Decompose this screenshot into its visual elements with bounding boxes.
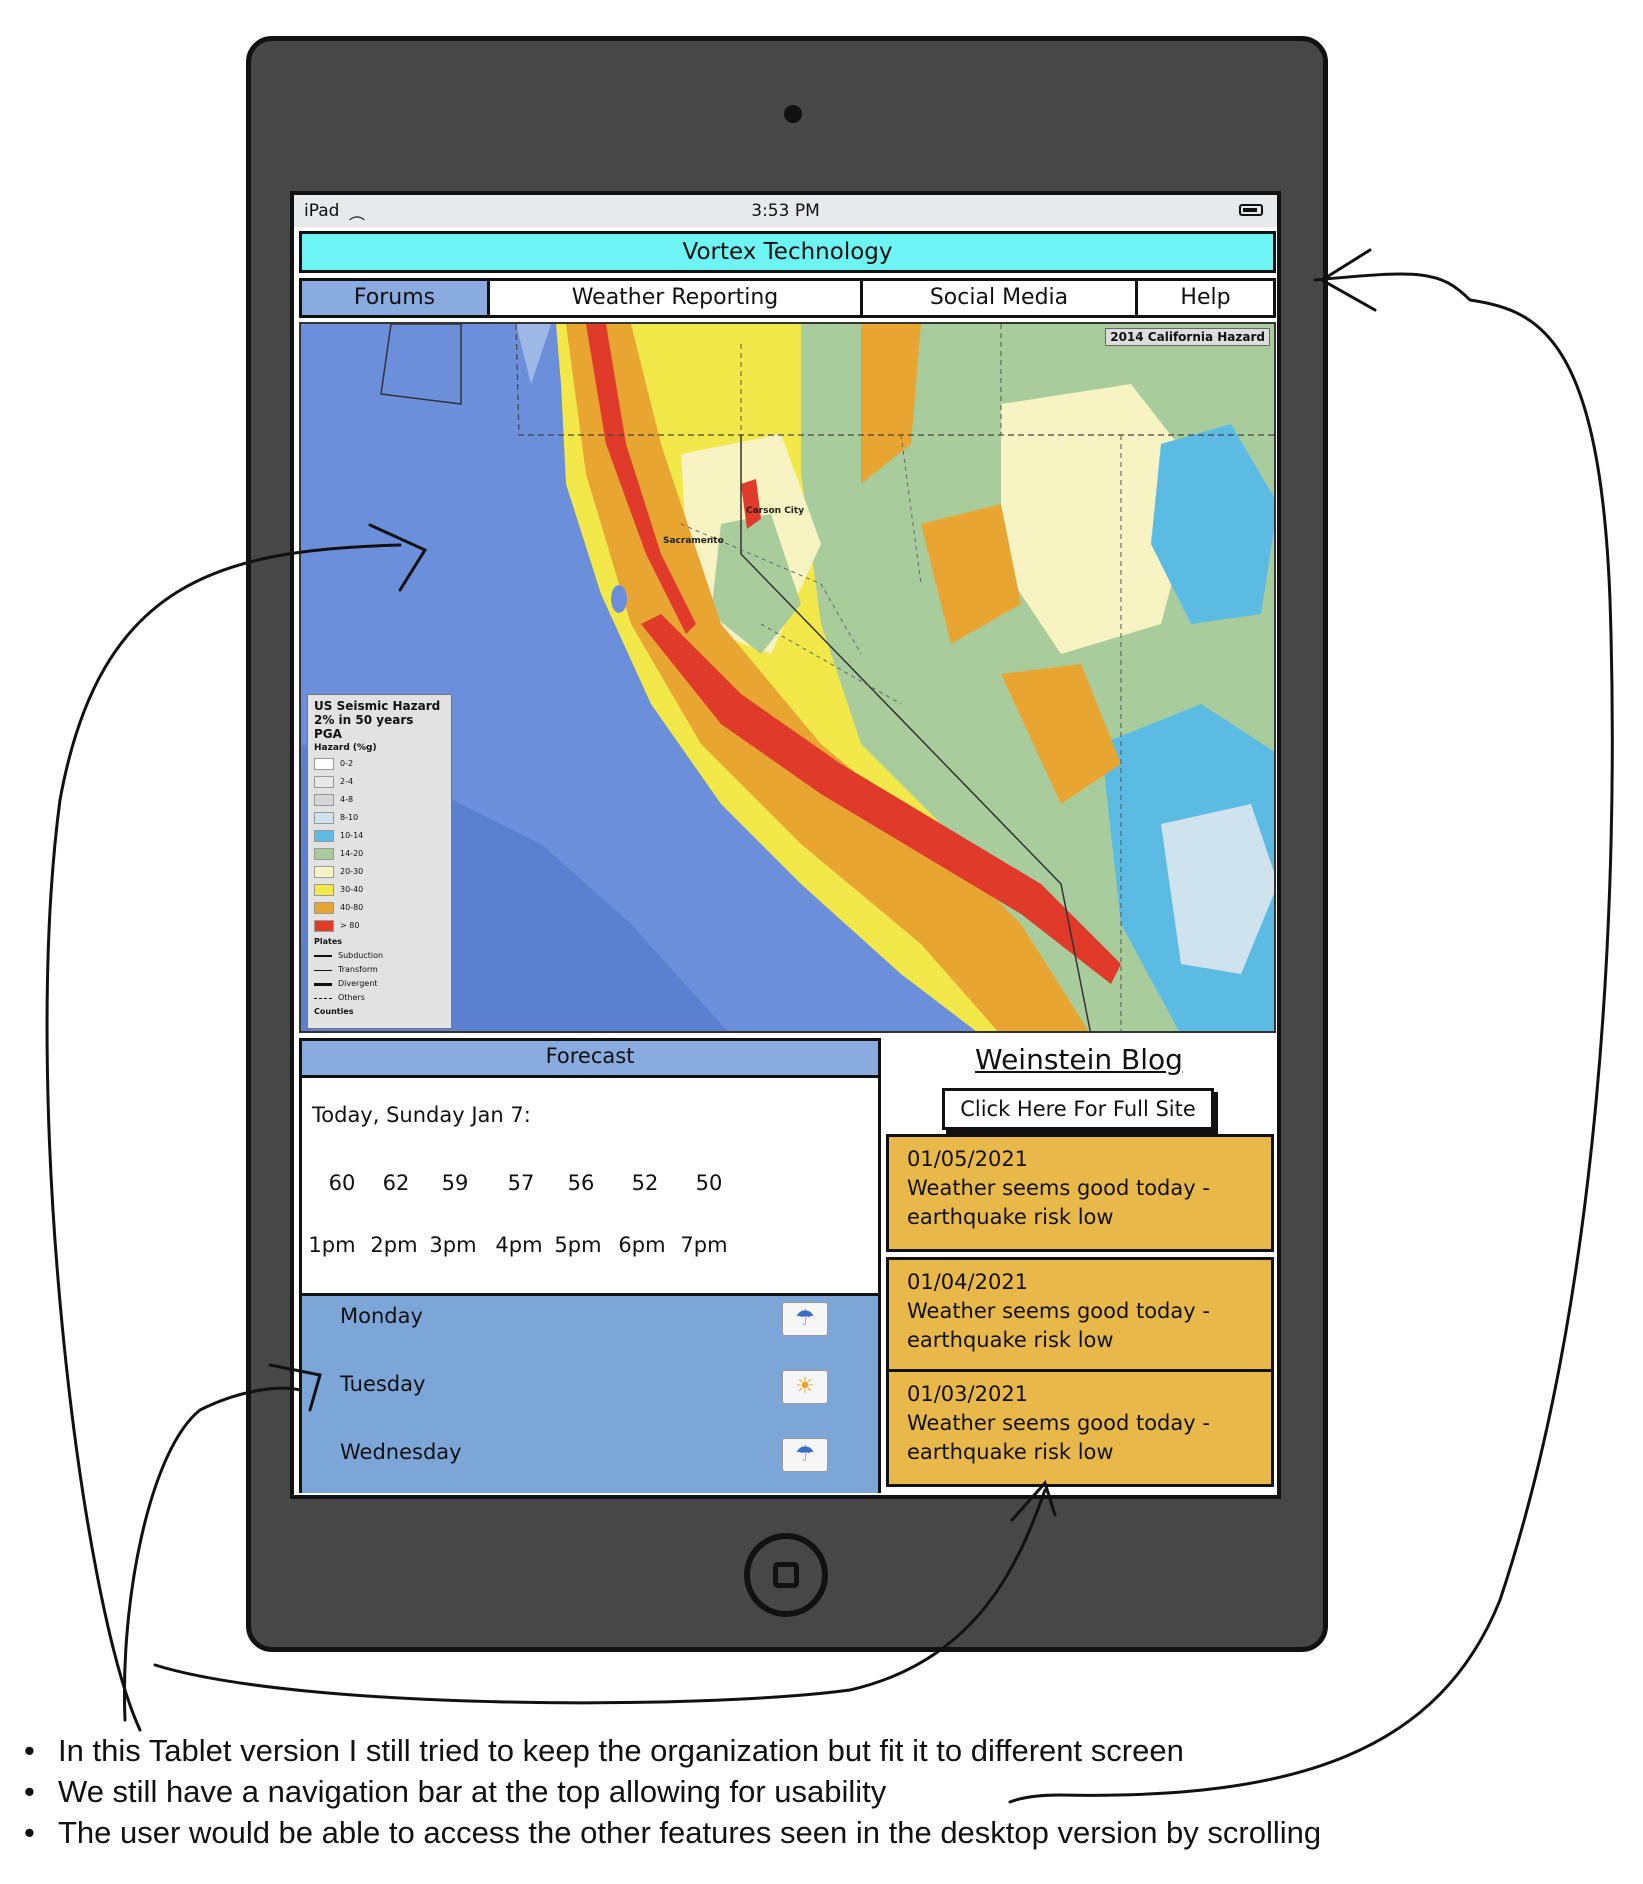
tab-weather-reporting[interactable]: Weather Reporting [490, 281, 863, 315]
legend-item: 20-30 [314, 863, 445, 881]
legend-plate-item: Divergent [338, 979, 378, 988]
note-item: We still have a navigation bar at the to… [24, 1771, 1584, 1812]
status-bar: iPad ︵ 3:53 PM [294, 195, 1277, 227]
legend-swatch [314, 758, 334, 770]
seismic-hazard-map[interactable]: 2014 California Hazard Carson City Sacra… [299, 322, 1276, 1033]
legend-swatch [314, 884, 334, 896]
tab-social-media[interactable]: Social Media [863, 281, 1138, 315]
legend-plate-item: Subduction [338, 951, 384, 960]
post-date: 01/05/2021 [907, 1147, 1029, 1171]
camera-icon [784, 105, 802, 123]
map-credit: 2014 California Hazard [1105, 328, 1270, 346]
day-monday[interactable]: Monday [340, 1304, 423, 1328]
legend-label: 20-30 [340, 867, 364, 876]
hourly-temp: 62 [382, 1171, 410, 1195]
blog-post[interactable]: 01/04/2021 Weather seems good today - ea… [886, 1257, 1274, 1375]
hourly-temp: 57 [507, 1171, 535, 1195]
tab-help[interactable]: Help [1138, 281, 1273, 315]
hour-label: 6pm [618, 1233, 666, 1257]
legend-item: 10-14 [314, 827, 445, 845]
day-wednesday[interactable]: Wednesday [340, 1440, 462, 1464]
today-label: Today, Sunday Jan 7: [312, 1103, 531, 1127]
blog-title[interactable]: Weinstein Blog [884, 1043, 1274, 1076]
map-legend: US Seismic Hazard 2% in 50 years PGA Haz… [307, 694, 452, 1029]
legend-label: 4-8 [340, 795, 354, 804]
legend-swatch [314, 866, 334, 878]
legend-swatch [314, 848, 334, 860]
hour-label: 3pm [429, 1233, 477, 1257]
post-text: Weather seems good today - earthquake ri… [907, 1176, 1210, 1229]
tablet-screen: iPad ︵ 3:53 PM Vortex Technology Forums … [290, 191, 1281, 1499]
legend-subtitle: 2% in 50 years PGA [314, 713, 414, 741]
legend-counties-label: Counties [314, 1007, 354, 1016]
legend-plates-label: Plates [314, 937, 343, 946]
note-item: In this Tablet version I still tried to … [24, 1730, 1584, 1771]
hour-label: 2pm [370, 1233, 418, 1257]
legend-item: > 80 [314, 917, 445, 935]
post-text: Weather seems good today - earthquake ri… [907, 1299, 1210, 1352]
legend-swatch [314, 794, 334, 806]
legend-item: 4-8 [314, 791, 445, 809]
full-site-button[interactable]: Click Here For Full Site [942, 1088, 1214, 1130]
legend-swatch [314, 902, 334, 914]
hourly-temp: 56 [567, 1171, 595, 1195]
legend-swatch [314, 920, 334, 932]
battery-icon [1239, 204, 1263, 216]
legend-item: 8-10 [314, 809, 445, 827]
nav-bar: Forums Weather Reporting Social Media He… [299, 278, 1276, 318]
rain-cloud-icon: ☂ [782, 1438, 828, 1472]
legend-label: 30-40 [340, 885, 364, 894]
legend-label: 40-80 [340, 903, 364, 912]
legend-item: 0-2 [314, 755, 445, 773]
legend-label: 10-14 [340, 831, 364, 840]
city-label: Sacramento [663, 536, 724, 546]
legend-item: 40-80 [314, 899, 445, 917]
legend-swatch [314, 830, 334, 842]
hourly-temp: 50 [695, 1171, 723, 1195]
legend-item: 2-4 [314, 773, 445, 791]
legend-label: 8-10 [340, 813, 359, 822]
post-date: 01/03/2021 [907, 1382, 1029, 1406]
hour-label: 7pm [680, 1233, 728, 1257]
weekly-forecast: Monday ☂ Tuesday ☀ Wednesday ☂ [302, 1293, 878, 1493]
blog-post[interactable]: 01/03/2021 Weather seems good today - ea… [886, 1369, 1274, 1487]
hourly-temp: 59 [441, 1171, 469, 1195]
city-label: Carson City [746, 506, 805, 516]
legend-label: 2-4 [340, 777, 354, 786]
post-text: Weather seems good today - earthquake ri… [907, 1411, 1210, 1464]
legend-item: 14-20 [314, 845, 445, 863]
post-date: 01/04/2021 [907, 1270, 1029, 1294]
hour-label: 4pm [495, 1233, 543, 1257]
legend-swatch [314, 776, 334, 788]
legend-label: 0-2 [340, 759, 354, 768]
note-item: The user would be able to access the oth… [24, 1812, 1584, 1853]
hour-label: 5pm [554, 1233, 602, 1257]
forecast-panel: Forecast Today, Sunday Jan 7: 60 62 59 5… [299, 1038, 881, 1493]
rain-cloud-icon: ☂ [782, 1302, 828, 1336]
legend-plate-item: Transform [338, 965, 378, 974]
day-tuesday[interactable]: Tuesday [340, 1372, 425, 1396]
forecast-header: Forecast [302, 1041, 878, 1078]
home-button[interactable] [744, 1533, 828, 1617]
legend-label: > 80 [340, 921, 360, 930]
app-title: Vortex Technology [299, 231, 1276, 273]
legend-swatch [314, 812, 334, 824]
sun-icon: ☀ [782, 1370, 828, 1404]
hourly-temp: 52 [631, 1171, 659, 1195]
legend-item: 30-40 [314, 881, 445, 899]
status-time: 3:53 PM [751, 201, 820, 221]
legend-title: US Seismic Hazard [314, 699, 441, 713]
tab-forums[interactable]: Forums [302, 281, 490, 315]
annotation-notes: In this Tablet version I still tried to … [24, 1730, 1584, 1853]
legend-scale-label: Hazard (%g) [314, 743, 377, 753]
hourly-temp: 60 [328, 1171, 356, 1195]
hour-label: 1pm [308, 1233, 356, 1257]
blog-post[interactable]: 01/05/2021 Weather seems good today - ea… [886, 1134, 1274, 1252]
legend-plate-item: Others [338, 993, 365, 1002]
legend-label: 14-20 [340, 849, 364, 858]
